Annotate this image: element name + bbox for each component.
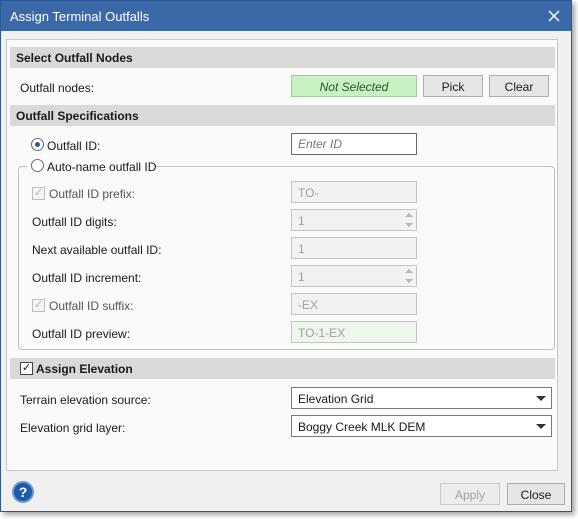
dialog-title: Assign Terminal Outfalls <box>10 9 150 24</box>
terrain-source-value: Elevation Grid <box>298 392 374 406</box>
next-available-label: Next available outfall ID: <box>32 243 162 257</box>
close-icon <box>548 10 560 22</box>
elevation-grid-value: Boggy Creek MLK DEM <box>298 420 426 434</box>
increment-stepper[interactable]: 1 <box>291 265 417 287</box>
outfall-id-radio[interactable] <box>31 138 44 151</box>
digits-value: 1 <box>298 214 305 228</box>
apply-button[interactable]: Apply <box>440 483 500 505</box>
chevron-down-icon <box>536 424 546 429</box>
title-bar: Assign Terminal Outfalls <box>1 1 571 31</box>
spin-up-icon[interactable] <box>405 269 413 273</box>
prefix-checkbox[interactable]: ✓ <box>32 187 45 200</box>
terrain-source-dropdown[interactable]: Elevation Grid <box>291 387 552 409</box>
chevron-down-icon <box>536 396 546 401</box>
next-available-field: 1 <box>291 237 417 259</box>
elevation-grid-label: Elevation grid layer: <box>20 421 126 435</box>
help-button[interactable]: ? <box>12 481 34 503</box>
auto-name-label: Auto-name outfall ID <box>47 160 157 174</box>
prefix-input[interactable]: TO- <box>291 181 417 203</box>
digits-stepper[interactable]: 1 <box>291 209 417 231</box>
close-window-button[interactable] <box>543 5 565 27</box>
elevation-grid-dropdown[interactable]: Boggy Creek MLK DEM <box>291 415 552 437</box>
outfall-id-input[interactable] <box>291 133 417 155</box>
suffix-label: Outfall ID suffix: <box>49 299 134 313</box>
question-mark-icon: ? <box>18 484 28 500</box>
auto-name-radio[interactable] <box>31 159 44 172</box>
outfall-id-label: Outfall ID: <box>47 139 101 153</box>
prefix-label: Outfall ID prefix: <box>49 187 136 201</box>
digits-spin-arrows[interactable] <box>404 211 414 229</box>
dialog-window: Assign Terminal Outfalls Select Outfall … <box>0 0 572 512</box>
suffix-checkbox[interactable]: ✓ <box>32 299 45 312</box>
section-header-outfall-specs: Outfall Specifications <box>10 105 555 126</box>
outfall-nodes-label: Outfall nodes: <box>20 81 95 95</box>
spin-down-icon[interactable] <box>405 279 413 283</box>
clear-button[interactable]: Clear <box>489 75 549 97</box>
increment-label: Outfall ID increment: <box>32 271 142 285</box>
section-header-assign-elevation: Assign Elevation <box>10 358 555 379</box>
suffix-input[interactable]: -EX <box>291 293 417 315</box>
terrain-source-label: Terrain elevation source: <box>20 393 151 407</box>
increment-value: 1 <box>298 270 305 284</box>
increment-spin-arrows[interactable] <box>404 267 414 285</box>
spin-up-icon[interactable] <box>405 213 413 217</box>
preview-field: TO-1-EX <box>291 321 417 343</box>
close-button[interactable]: Close <box>507 483 565 505</box>
section-header-select-nodes: Select Outfall Nodes <box>10 47 555 68</box>
pick-button[interactable]: Pick <box>423 75 483 97</box>
digits-label: Outfall ID digits: <box>32 215 117 229</box>
spin-down-icon[interactable] <box>405 223 413 227</box>
preview-label: Outfall ID preview: <box>32 327 131 341</box>
assign-elevation-checkbox[interactable]: ✓ <box>20 362 33 375</box>
outfall-nodes-status: Not Selected <box>291 75 417 97</box>
